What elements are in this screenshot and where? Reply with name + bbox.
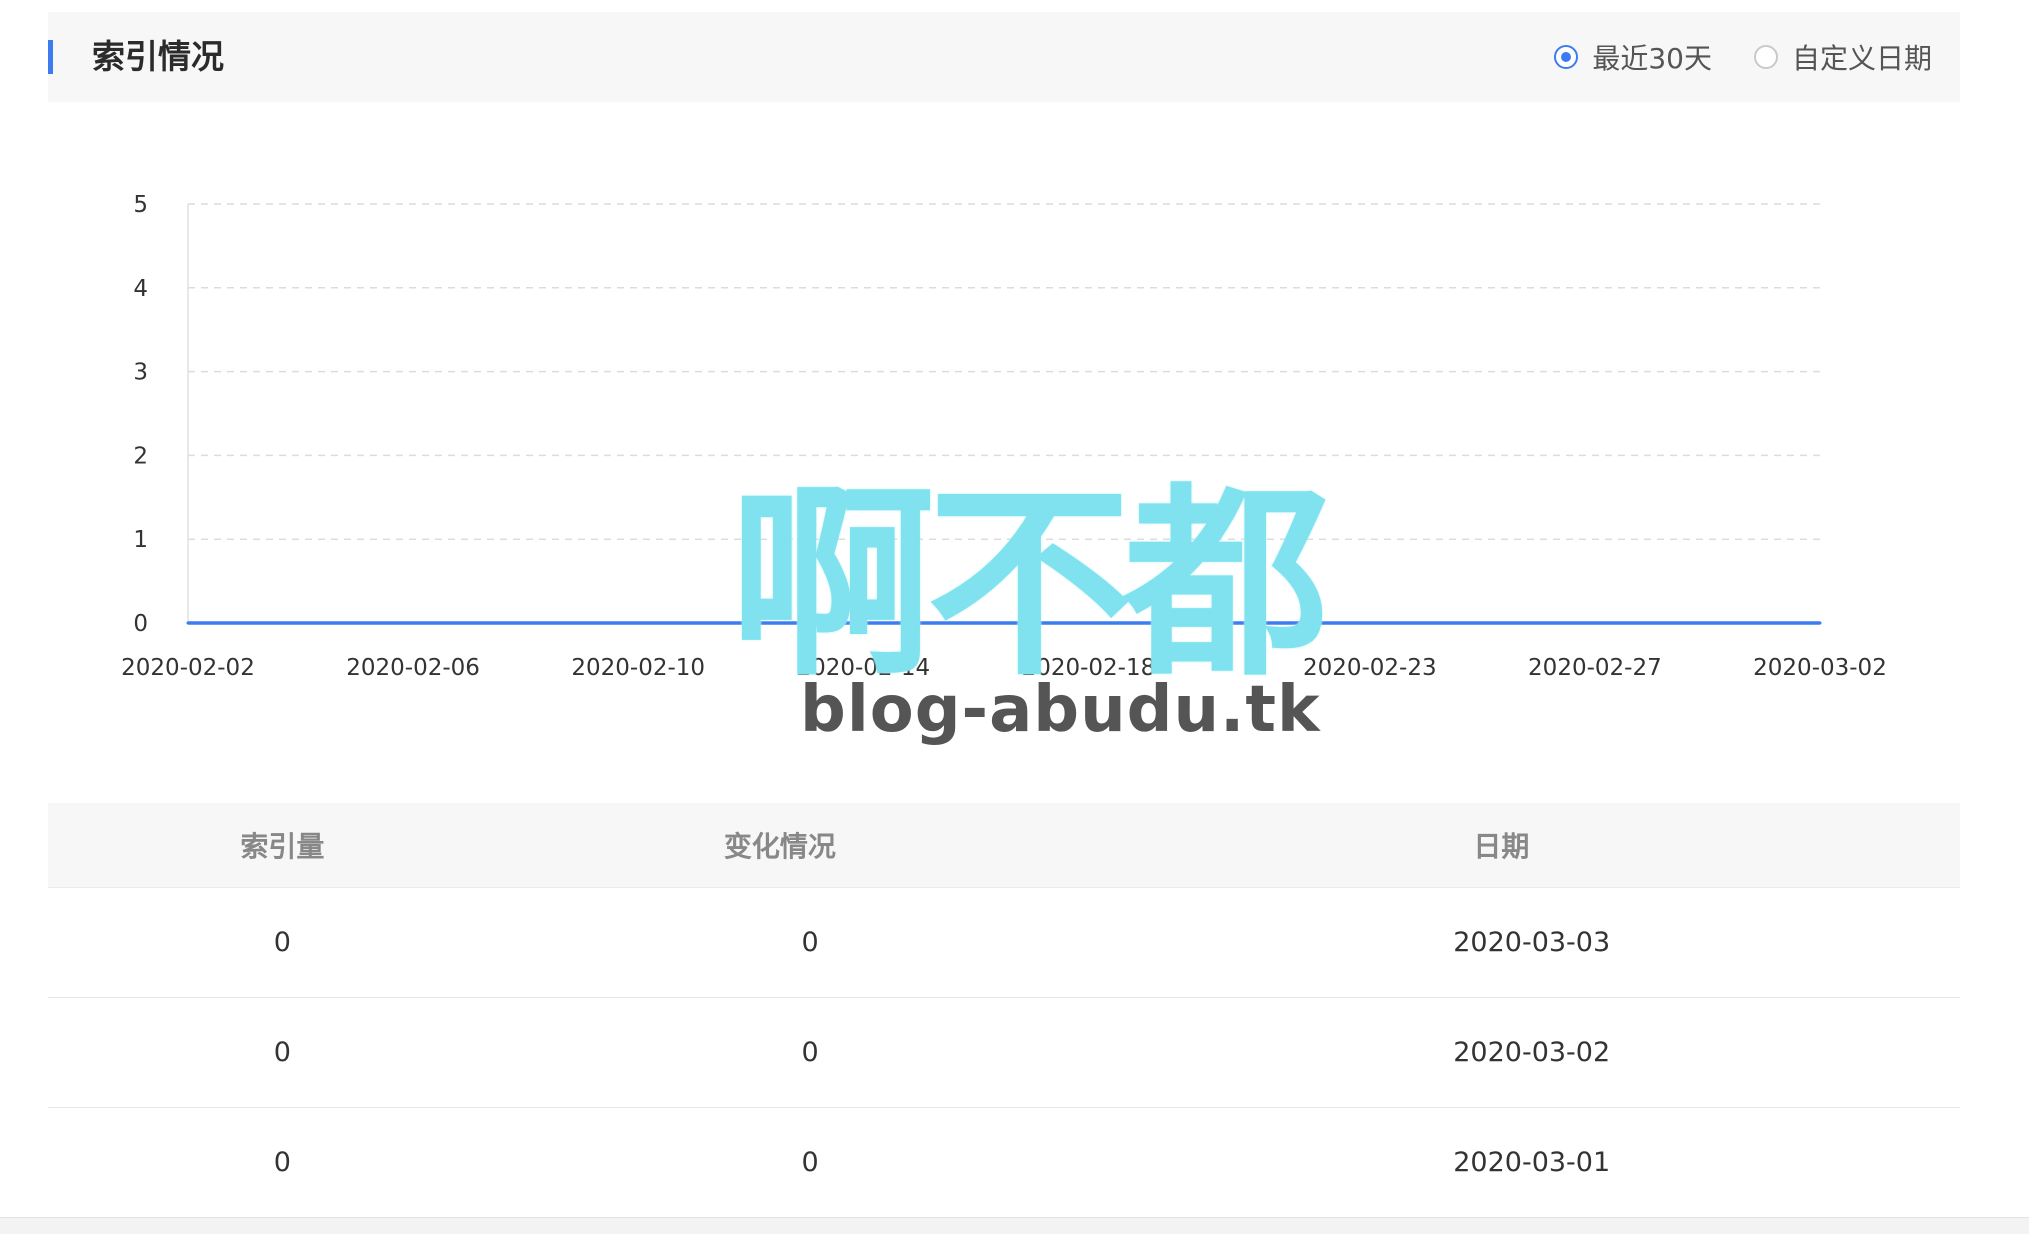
x-tick-label: 2020-02-02: [121, 655, 255, 681]
data-point: [749, 621, 753, 625]
column-header-index-count: 索引量: [240, 830, 325, 863]
data-point: [355, 621, 359, 625]
data-point: [242, 621, 246, 625]
data-point: [1593, 621, 1597, 625]
table-header: 索引量 变化情况 日期: [48, 803, 1960, 888]
x-tick-label: 2020-02-18: [1022, 655, 1156, 681]
cell-change: 0: [801, 1147, 819, 1178]
data-point: [299, 621, 303, 625]
y-tick-label: 5: [133, 192, 148, 218]
data-point: [1480, 621, 1484, 625]
data-point: [918, 621, 922, 625]
data-point: [805, 621, 809, 625]
data-point: [636, 621, 640, 625]
y-tick-label: 4: [133, 276, 148, 302]
x-tick-label: 2020-02-10: [571, 655, 705, 681]
radio-unchecked-icon[interactable]: [1753, 45, 1778, 69]
data-point: [186, 621, 190, 625]
cell-index-count: 0: [273, 1037, 291, 1068]
data-point: [1199, 621, 1203, 625]
section-accent-bar: [48, 40, 53, 74]
cell-date: 2020-03-03: [1453, 927, 1611, 958]
data-point: [1705, 621, 1709, 625]
data-point: [1368, 621, 1372, 625]
table-row: 0 0 2020-03-01: [48, 1108, 1960, 1218]
x-tick-label: 2020-02-23: [1303, 655, 1437, 681]
data-point: [411, 621, 415, 625]
data-point: [1424, 621, 1428, 625]
section-title: 索引情况: [92, 37, 224, 76]
index-table: 索引量 变化情况 日期 0 0 2020-03-03 0 0 2020-03-0…: [48, 803, 1960, 1218]
option-custom-date[interactable]: 自定义日期: [1753, 37, 1932, 77]
data-point: [861, 621, 865, 625]
x-tick-label: 2020-02-14: [796, 655, 930, 681]
data-point: [1030, 621, 1034, 625]
cell-date: 2020-03-01: [1453, 1147, 1611, 1178]
option-last-30-days-label: 最近30天: [1592, 42, 1712, 75]
data-point: [692, 621, 696, 625]
data-point: [1255, 621, 1259, 625]
data-point: [1312, 621, 1316, 625]
data-point: [524, 621, 528, 625]
table-row: 0 0 2020-03-02: [48, 998, 1960, 1108]
y-tick-label: 1: [133, 527, 148, 553]
data-point: [1537, 621, 1541, 625]
index-chart: 0 1 2 3 4 5 2020-02-02 2020-02-06 2020-02-10 2020…: [121, 192, 1887, 681]
cell-index-count: 0: [273, 927, 291, 958]
data-point: [1143, 621, 1147, 625]
data-point: [467, 621, 471, 625]
cell-change: 0: [801, 927, 819, 958]
section-header: 索引情况 最近30天 自定义日期: [48, 12, 1960, 102]
x-tick-label: 2020-02-27: [1528, 655, 1662, 681]
data-point: [580, 621, 584, 625]
cell-index-count: 0: [273, 1147, 291, 1178]
y-tick-label: 0: [133, 611, 148, 637]
data-point: [1818, 621, 1822, 625]
x-tick-label: 2020-03-02: [1753, 655, 1887, 681]
radio-checked-icon[interactable]: [1554, 45, 1579, 69]
data-point: [1762, 621, 1766, 625]
y-tick-label: 3: [133, 360, 148, 386]
cell-change: 0: [801, 1037, 819, 1068]
date-range-selector: 最近30天 自定义日期: [1554, 12, 1932, 102]
scrollbar-track[interactable]: [0, 1217, 2029, 1234]
data-point: [1086, 621, 1090, 625]
column-header-change: 变化情况: [723, 830, 836, 863]
cell-date: 2020-03-02: [1453, 1037, 1611, 1068]
x-tick-label: 2020-02-06: [346, 655, 480, 681]
option-custom-date-label: 自定义日期: [1791, 42, 1932, 75]
y-tick-label: 2: [133, 443, 148, 469]
data-point: [1649, 621, 1653, 625]
column-header-date: 日期: [1473, 830, 1530, 863]
data-point: [974, 621, 978, 625]
option-last-30-days[interactable]: 最近30天: [1554, 37, 1712, 77]
table-row: 0 0 2020-03-03: [48, 888, 1960, 998]
